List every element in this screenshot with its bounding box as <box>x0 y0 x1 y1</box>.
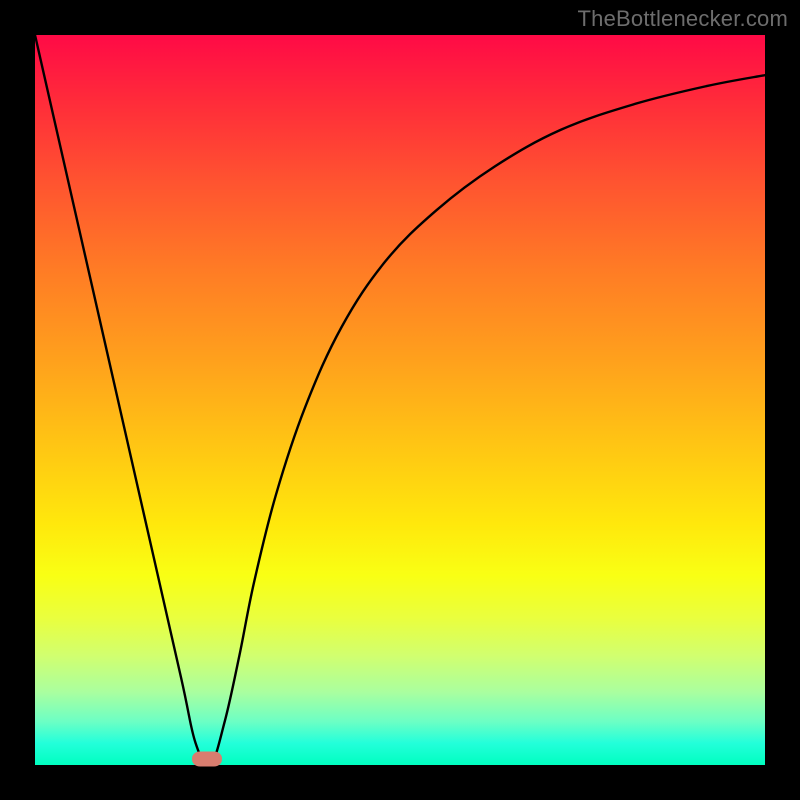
bottleneck-curve <box>35 35 765 765</box>
plot-area <box>35 35 765 765</box>
attribution-text: TheBottlenecker.com <box>578 6 788 32</box>
minimum-marker <box>192 752 222 767</box>
curve-svg <box>35 35 765 765</box>
chart-frame: TheBottlenecker.com <box>0 0 800 800</box>
